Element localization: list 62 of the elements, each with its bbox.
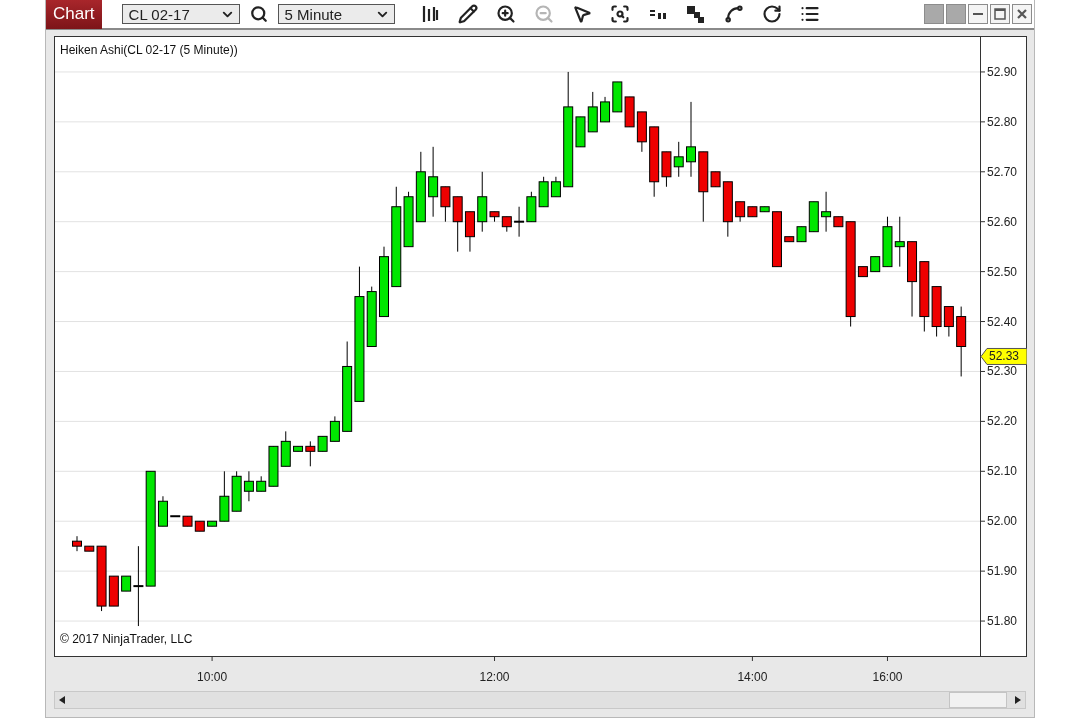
circle-arrow-icon <box>761 4 782 24</box>
price-label: 52.70 <box>987 164 1018 179</box>
maximize-icon <box>994 8 1006 20</box>
zoom-in-icon <box>495 4 516 24</box>
candlestick <box>612 81 623 113</box>
price-label: 52.10 <box>987 464 1018 479</box>
interval-dropdown[interactable]: 5 Minute <box>277 4 395 24</box>
scrollbar-thumb[interactable] <box>949 692 1007 708</box>
bars-icon <box>420 5 439 23</box>
bars-icon <box>649 9 666 19</box>
candlestick <box>243 470 254 502</box>
instrument-dropdown[interactable]: CL 02-17 <box>121 4 240 24</box>
price-label: 52.30 <box>987 364 1018 379</box>
copyright-text: © 2017 NinjaTrader, LLC <box>60 632 193 646</box>
candlestick <box>919 261 930 332</box>
zoom-out-icon <box>533 4 554 24</box>
price-marker: 52.33 <box>980 348 1027 365</box>
candlestick <box>379 246 389 318</box>
left-arrow-icon <box>59 696 65 704</box>
price-label: 52.60 <box>987 214 1018 229</box>
candlestick <box>280 430 291 467</box>
candlestick <box>526 191 537 223</box>
pencil-icon <box>457 4 478 24</box>
price-label: 51.80 <box>987 614 1018 629</box>
candlestick <box>600 96 611 123</box>
candlestick <box>464 211 475 253</box>
price-label: 52.90 <box>987 64 1018 79</box>
candlestick <box>231 470 242 512</box>
candlestick <box>956 306 967 377</box>
close-icon <box>1016 8 1028 20</box>
spline-icon <box>723 4 744 24</box>
price-label: 52.80 <box>987 114 1018 129</box>
price-label: 52.00 <box>987 514 1018 529</box>
price-label: 52.50 <box>987 264 1018 279</box>
candlestick <box>72 535 82 552</box>
horizontal-scrollbar[interactable] <box>54 691 1026 709</box>
candlestick <box>636 111 647 153</box>
time-label: 12:00 <box>479 670 510 684</box>
candlestick <box>194 520 205 532</box>
search-icon <box>249 5 268 23</box>
maximize-button[interactable] <box>990 4 1010 24</box>
price-label: 51.90 <box>987 564 1018 579</box>
chart-tab[interactable]: Chart <box>46 0 102 29</box>
close-button[interactable] <box>1012 4 1032 24</box>
candlestick <box>894 216 905 268</box>
candlestick <box>624 96 635 128</box>
minimize-button[interactable] <box>968 4 988 24</box>
price-label: 52.40 <box>987 314 1018 329</box>
pointer-icon <box>571 4 592 24</box>
minimize-icon <box>973 13 983 15</box>
list-icon <box>799 4 820 24</box>
time-label: 16:00 <box>872 670 903 684</box>
candlestick <box>587 91 598 133</box>
candlestick <box>673 141 684 178</box>
right-arrow-icon <box>1015 696 1021 704</box>
time-label: 14:00 <box>737 670 768 684</box>
document-search-icon <box>609 4 630 24</box>
chart-label: Heiken Ashi(CL 02-17 (5 Minute)) <box>60 43 238 57</box>
price-label: 52.20 <box>987 414 1018 429</box>
squares-icon <box>687 5 705 23</box>
time-label: 10:00 <box>197 670 228 684</box>
candlestick <box>415 151 426 223</box>
